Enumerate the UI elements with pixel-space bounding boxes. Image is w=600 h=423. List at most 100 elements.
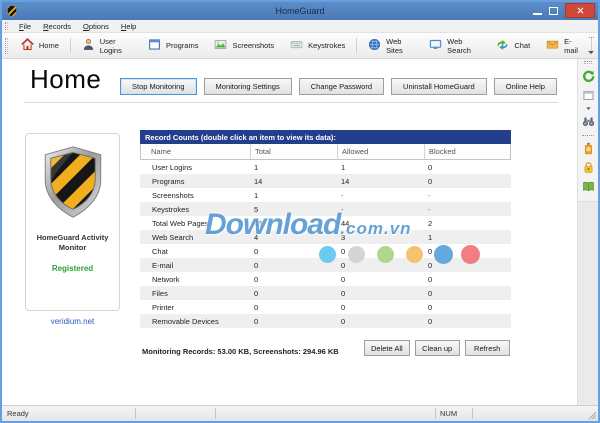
cell-blocked: 0: [424, 261, 511, 270]
globe-icon: [368, 38, 381, 53]
table-row-user-logins[interactable]: User Logins110: [140, 160, 511, 174]
column-header-name[interactable]: Name: [141, 144, 251, 159]
toolbar-item-user-logins[interactable]: User Logins: [74, 34, 140, 58]
cell-name: Network: [140, 275, 250, 284]
cell-allowed: 0: [337, 303, 424, 312]
change-password-button[interactable]: Change Password: [299, 78, 384, 95]
monitoring-settings-button[interactable]: Monitoring Settings: [204, 78, 292, 95]
keyboard-icon: [290, 38, 303, 53]
cell-name: E-mail: [140, 261, 250, 270]
caption-buttons: [533, 3, 595, 18]
clean-up-button[interactable]: Clean up: [415, 340, 460, 356]
toolbar-item-home[interactable]: Home: [13, 35, 67, 56]
product-name: HomeGuard Activity Monitor: [26, 233, 119, 253]
table-row-total-web-pages[interactable]: Total Web Pages46442: [140, 216, 511, 230]
cell-total: 0: [250, 275, 337, 284]
cell-name: User Logins: [140, 163, 250, 172]
table-row-printer[interactable]: Printer000: [140, 300, 511, 314]
online-help-button[interactable]: Online Help: [494, 78, 557, 95]
status-divider: [472, 408, 473, 419]
table-row-keystrokes[interactable]: Keystrokes5--: [140, 202, 511, 216]
toolbar-label-chat: Chat: [514, 41, 530, 50]
resize-grip-icon[interactable]: [588, 411, 597, 420]
toolbar-item-programs[interactable]: Programs: [140, 35, 207, 56]
table-row-network[interactable]: Network000: [140, 272, 511, 286]
monitor-icon: [429, 38, 442, 53]
cell-allowed: -: [337, 191, 424, 200]
cell-total: 0: [250, 247, 337, 256]
status-bar: Ready NUM: [2, 405, 598, 421]
minimize-icon[interactable]: [533, 7, 542, 15]
column-header-allowed[interactable]: Allowed: [338, 144, 425, 159]
cell-name: Web Search: [140, 233, 250, 242]
maximize-icon[interactable]: [549, 7, 558, 15]
cell-name: Removable Devices: [140, 317, 250, 326]
cell-total: 0: [250, 261, 337, 270]
toolbar-grip-handle[interactable]: [5, 38, 8, 54]
menu-bar: FileRecordsOptionsHelp: [2, 20, 598, 33]
table-row-e-mail[interactable]: E-mail000: [140, 258, 511, 272]
toolbar-label-e-mail: E-mail: [564, 37, 580, 55]
vendor-link[interactable]: veridium.net: [25, 317, 120, 326]
menu-item-options[interactable]: Options: [77, 21, 115, 32]
toolbar-item-screenshots[interactable]: Screenshots: [206, 35, 282, 56]
homeguard-shield-logo: [42, 145, 104, 219]
toolbar-separator: [356, 38, 357, 53]
cell-name: Keystrokes: [140, 205, 250, 214]
toolbar-overflow-icon[interactable]: [587, 35, 595, 56]
close-icon[interactable]: [565, 3, 595, 18]
table-row-web-search[interactable]: Web Search431: [140, 230, 511, 244]
window-gray-icon[interactable]: [581, 88, 596, 103]
table-row-files[interactable]: Files000: [140, 286, 511, 300]
table-row-programs[interactable]: Programs14140: [140, 174, 511, 188]
delete-all-button[interactable]: Delete All: [364, 340, 410, 356]
cell-name: Total Web Pages: [140, 219, 250, 228]
cell-blocked: -: [424, 191, 511, 200]
cell-total: 0: [250, 289, 337, 298]
column-header-blocked[interactable]: Blocked: [425, 144, 510, 159]
cell-allowed: 0: [337, 247, 424, 256]
main-toolbar: Home User Logins Programs ScreenshotsKeystr…: [2, 33, 598, 59]
dropdown-arrow-icon[interactable]: [581, 105, 596, 112]
toolbar-item-web-sites[interactable]: Web Sites: [360, 34, 421, 58]
padlock-icon[interactable]: [581, 160, 596, 175]
status-divider: [215, 408, 216, 419]
cell-blocked: 0: [424, 317, 511, 326]
toolbar-item-chat[interactable]: Chat: [488, 35, 538, 56]
column-header-total[interactable]: Total: [251, 144, 338, 159]
toolbar-item-e-mail[interactable]: E-mail: [538, 34, 588, 58]
cell-total: 1: [250, 191, 337, 200]
close-x-glyph: [577, 7, 584, 14]
uninstall-homeguard-button[interactable]: Uninstall HomeGuard: [391, 78, 487, 95]
table-row-removable-devices[interactable]: Removable Devices000: [140, 314, 511, 328]
stop-monitoring-button[interactable]: Stop Monitoring: [120, 78, 197, 95]
menu-item-records[interactable]: Records: [37, 21, 77, 32]
cell-total: 0: [250, 317, 337, 326]
screenshot-image-icon: [214, 38, 227, 53]
title-bar: HomeGuard: [2, 2, 598, 20]
strip-grip-handle[interactable]: [584, 61, 592, 64]
cell-blocked: 0: [424, 303, 511, 312]
window-title: HomeGuard: [2, 6, 598, 16]
menu-grip-handle[interactable]: [5, 22, 8, 30]
table-caption: Record Counts (double click an item to v…: [140, 130, 511, 144]
table-body: User Logins110Programs14140Screenshots1-…: [140, 160, 511, 328]
refresh-button[interactable]: Refresh: [465, 340, 510, 356]
strip-lower-panel: [578, 201, 598, 405]
status-divider: [135, 408, 136, 419]
book-icon[interactable]: [581, 179, 596, 194]
toolbar-item-keystrokes[interactable]: Keystrokes: [282, 35, 353, 56]
bottle-icon[interactable]: [581, 141, 596, 156]
menu-item-file[interactable]: File: [13, 21, 37, 32]
cell-allowed: 44: [337, 219, 424, 228]
binoculars-icon[interactable]: [581, 114, 596, 129]
table-row-screenshots[interactable]: Screenshots1--: [140, 188, 511, 202]
toolbar-label-programs: Programs: [166, 41, 199, 50]
table-row-chat[interactable]: Chat000: [140, 244, 511, 258]
main-content: Home Stop MonitoringMonitoring SettingsC…: [2, 59, 598, 405]
strip-separator: [581, 132, 596, 138]
toolbar-item-web-search[interactable]: Web Search: [421, 34, 488, 58]
status-ready-text: Ready: [2, 409, 29, 418]
menu-item-help[interactable]: Help: [115, 21, 142, 32]
refresh-green-icon[interactable]: [581, 69, 596, 84]
